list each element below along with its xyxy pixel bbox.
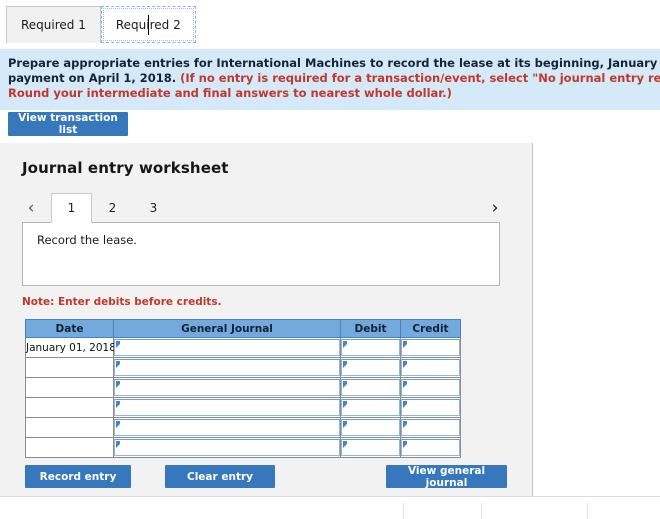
credit-input[interactable]	[401, 339, 460, 356]
record-entry-label: Record entry	[39, 470, 117, 483]
credit-input[interactable]	[401, 359, 460, 376]
column-header-credit: Credit	[400, 319, 461, 338]
bottom-table-divider	[403, 503, 404, 519]
entry-tab-1[interactable]: 1	[51, 193, 92, 223]
view-transaction-list-button[interactable]: View transaction list	[8, 112, 128, 136]
table-row	[25, 397, 461, 418]
credit-input[interactable]	[401, 399, 460, 416]
requirement-tabstrip: Required 1 Required 2	[6, 6, 196, 43]
cell-general-journal[interactable]	[113, 397, 341, 418]
debit-input[interactable]	[341, 439, 400, 456]
previous-entry-icon[interactable]: ‹	[22, 197, 40, 219]
view-general-journal-label: View general journal	[407, 464, 486, 489]
cell-credit[interactable]	[400, 377, 461, 398]
cell-credit[interactable]	[400, 397, 461, 418]
cell-debit[interactable]	[340, 357, 401, 378]
cell-date: January 01, 2018	[25, 337, 116, 358]
instruction-line-2-black: payment on April 1, 2018.	[8, 71, 181, 85]
cell-general-journal[interactable]	[113, 357, 341, 378]
entry-tab-1-label: 1	[67, 201, 76, 215]
credit-input[interactable]	[401, 439, 460, 456]
cell-general-journal[interactable]	[113, 377, 341, 398]
entry-description-text: Record the lease.	[37, 233, 137, 247]
entry-tab-2-label: 2	[108, 201, 117, 215]
column-header-general-journal: General Journal	[113, 319, 341, 338]
credit-input[interactable]	[401, 379, 460, 396]
bottom-table-divider	[481, 503, 482, 519]
cell-credit[interactable]	[400, 417, 461, 438]
cell-debit[interactable]	[340, 377, 401, 398]
general-journal-input[interactable]	[114, 339, 340, 356]
entry-description-box: Record the lease.	[22, 222, 500, 286]
cell-debit[interactable]	[340, 337, 401, 358]
cell-debit[interactable]	[340, 417, 401, 438]
entry-tab-2[interactable]: 2	[92, 193, 133, 223]
entry-navigation: ‹ 1 2 3 ›	[22, 192, 512, 223]
bottom-partial-table	[0, 496, 660, 519]
table-row	[25, 417, 461, 438]
column-header-debit: Debit	[340, 319, 401, 338]
column-header-date: Date	[25, 319, 114, 338]
clear-entry-label: Clear entry	[187, 470, 253, 483]
instruction-banner: Prepare appropriate entries for Internat…	[0, 49, 660, 110]
cell-date	[25, 437, 114, 458]
general-journal-input[interactable]	[114, 399, 340, 416]
cell-date	[25, 397, 114, 418]
entry-tab-3-label: 3	[149, 201, 158, 215]
clear-entry-button[interactable]: Clear entry	[165, 465, 275, 488]
table-row	[25, 377, 461, 398]
instruction-line-1: Prepare appropriate entries for Internat…	[8, 56, 660, 70]
instruction-line-2-red: (If no entry is required for a transacti…	[180, 71, 660, 85]
cell-debit[interactable]	[340, 437, 401, 458]
table-row	[25, 357, 461, 378]
entry-tab-3[interactable]: 3	[133, 193, 174, 223]
debit-input[interactable]	[341, 359, 400, 376]
general-journal-input[interactable]	[114, 359, 340, 376]
instruction-line-3: Round your intermediate and final answer…	[8, 86, 452, 100]
tab-required-1-label: Required 1	[21, 18, 86, 32]
cell-general-journal[interactable]	[113, 437, 341, 458]
cell-credit[interactable]	[400, 357, 461, 378]
debits-before-credits-note: Note: Enter debits before credits.	[22, 296, 222, 308]
tab-required-1[interactable]: Required 1	[6, 6, 101, 43]
debit-input[interactable]	[341, 399, 400, 416]
table-row	[25, 437, 461, 458]
cell-general-journal[interactable]	[113, 337, 341, 358]
cell-debit[interactable]	[340, 397, 401, 418]
cell-date	[25, 417, 114, 438]
entry-tabs: 1 2 3	[51, 192, 174, 223]
debit-input[interactable]	[341, 419, 400, 436]
cell-credit[interactable]	[400, 337, 461, 358]
credit-input[interactable]	[401, 419, 460, 436]
record-entry-button[interactable]: Record entry	[25, 465, 131, 488]
next-entry-icon[interactable]: ›	[486, 197, 504, 219]
cell-date	[25, 357, 114, 378]
cell-general-journal[interactable]	[113, 417, 341, 438]
journal-entry-worksheet-panel: Journal entry worksheet ‹ 1 2 3 › Record…	[0, 143, 533, 496]
bottom-table-divider	[587, 503, 588, 519]
instruction-line-2: payment on April 1, 2018. (If no entry i…	[8, 71, 660, 86]
text-cursor-icon	[148, 15, 150, 35]
journal-entry-table: Date General Journal Debit Credit Januar…	[25, 319, 461, 458]
debit-input[interactable]	[341, 339, 400, 356]
worksheet-title: Journal entry worksheet	[22, 159, 229, 177]
general-journal-input[interactable]	[114, 439, 340, 456]
debit-input[interactable]	[341, 379, 400, 396]
table-header-row: Date General Journal Debit Credit	[25, 319, 461, 338]
table-row: January 01, 2018	[25, 337, 461, 358]
cell-date	[25, 377, 114, 398]
general-journal-input[interactable]	[114, 379, 340, 396]
general-journal-input[interactable]	[114, 419, 340, 436]
requirement-tabbar: Required 1 Required 2	[0, 0, 660, 49]
view-transaction-list-label: View transaction list	[18, 112, 118, 136]
view-general-journal-button[interactable]: View general journal	[386, 464, 507, 489]
cell-credit[interactable]	[400, 437, 461, 458]
tab-required-2[interactable]: Required 2	[100, 6, 196, 43]
